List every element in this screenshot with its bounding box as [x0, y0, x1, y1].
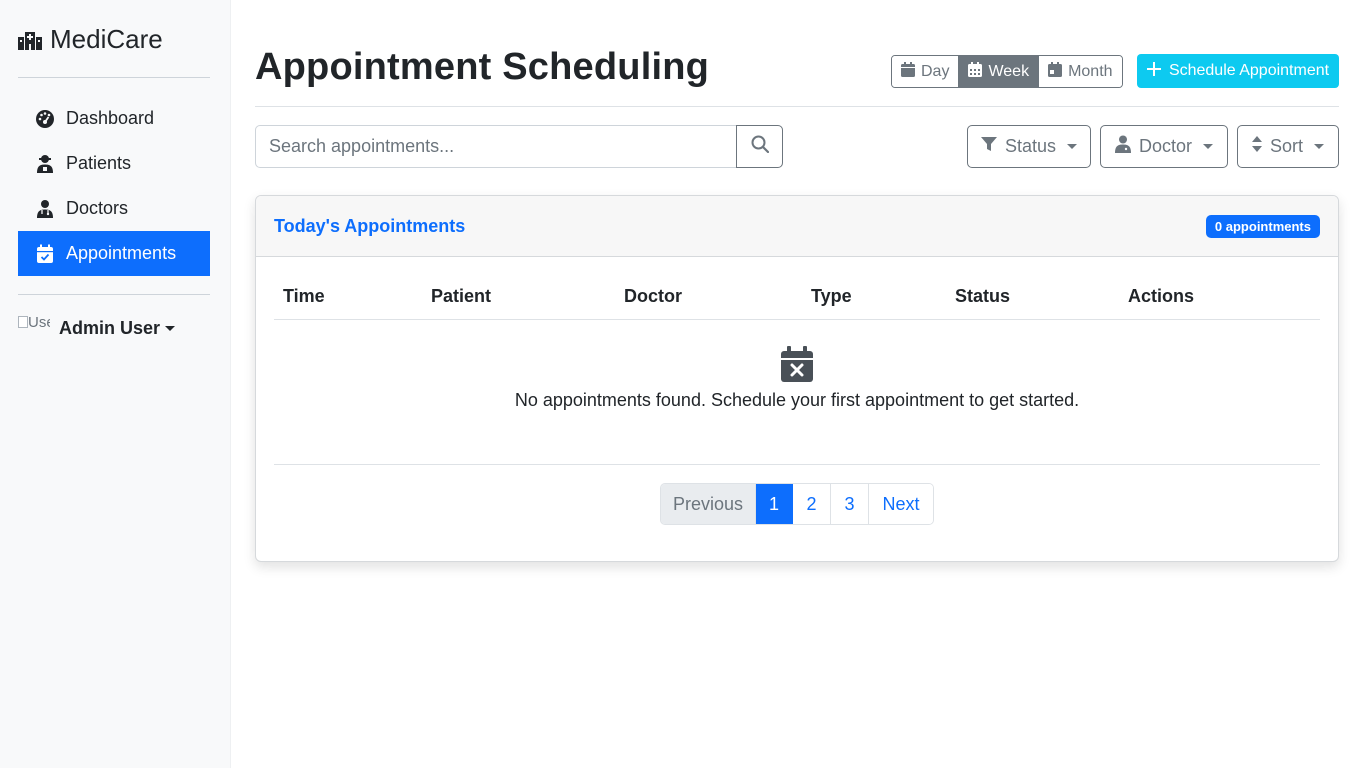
column-header-type[interactable]: Type — [811, 286, 852, 307]
sidebar-item-dashboard[interactable]: Dashboard — [18, 96, 210, 141]
sidebar-divider — [18, 294, 210, 295]
calendar-day-icon — [901, 61, 915, 82]
view-day-button[interactable]: Day — [892, 56, 960, 87]
search-icon — [751, 135, 769, 158]
view-month-button[interactable]: Month — [1039, 56, 1122, 87]
calendar-check-icon — [34, 243, 56, 265]
appointments-table: Time Patient Doctor Type Status Actions — [274, 276, 1320, 320]
header-divider — [255, 106, 1339, 107]
view-week-button[interactable]: Week — [959, 56, 1040, 87]
appointment-count-badge: 0 appointments — [1205, 214, 1320, 238]
calendar-month-icon — [1048, 61, 1063, 82]
search-button[interactable] — [736, 125, 783, 168]
user-menu[interactable]: User Admin User — [18, 314, 176, 342]
page-title: Appointment Scheduling — [255, 46, 710, 88]
avatar: User — [18, 314, 50, 342]
brand[interactable]: MediCare — [18, 24, 163, 55]
appointments-card: Today's Appointments 0 appointments Time… — [255, 195, 1339, 562]
sidebar-item-label: Doctors — [66, 198, 129, 218]
column-header-time[interactable]: Time — [283, 286, 325, 307]
pagination-page-3[interactable]: 3 — [831, 484, 869, 524]
column-header-status[interactable]: Status — [955, 286, 1010, 307]
doctor-filter-dropdown[interactable]: Doctor — [1100, 125, 1228, 168]
chevron-down-icon — [1067, 144, 1078, 149]
status-filter-label: Status — [1004, 136, 1057, 156]
schedule-appointment-button[interactable]: Schedule Appointment — [1137, 54, 1339, 88]
sidebar-nav: Dashboard Patients Doctors Appointments — [18, 96, 210, 276]
card-title: Today's Appointments — [274, 215, 466, 236]
column-header-patient[interactable]: Patient — [431, 286, 491, 307]
doctor-icon — [1114, 135, 1131, 158]
brand-name: MediCare — [50, 24, 163, 54]
chevron-down-icon — [165, 325, 176, 331]
chevron-down-icon — [1203, 144, 1213, 149]
patient-icon — [34, 153, 56, 175]
plus-icon — [1146, 61, 1161, 81]
sidebar-item-label: Dashboard — [66, 108, 155, 128]
sidebar-item-patients[interactable]: Patients — [18, 141, 210, 186]
hospital-icon — [18, 30, 42, 50]
calendar-week-icon — [968, 61, 983, 82]
doctor-filter-label: Doctor — [1138, 136, 1192, 156]
chevron-down-icon — [1314, 144, 1324, 149]
dashboard-gauge-icon — [34, 108, 56, 130]
doctor-icon — [34, 198, 56, 220]
sort-icon — [1251, 136, 1262, 157]
filter-icon — [980, 136, 997, 157]
user-name: Admin User — [59, 317, 161, 338]
pagination-next[interactable]: Next — [869, 484, 933, 524]
empty-state: No appointments found. Schedule your fir… — [274, 346, 1320, 411]
status-filter-dropdown[interactable]: Status — [967, 125, 1091, 168]
search-input[interactable] — [255, 125, 737, 168]
view-day-label: Day — [921, 62, 950, 80]
pagination-page-2[interactable]: 2 — [793, 484, 831, 524]
view-month-label: Month — [1068, 62, 1113, 80]
pagination-page-1[interactable]: 1 — [756, 484, 793, 524]
empty-state-message: No appointments found. Schedule your fir… — [514, 390, 1080, 410]
pagination: Previous 1 2 3 Next — [660, 483, 934, 525]
schedule-appointment-label: Schedule Appointment — [1168, 62, 1330, 79]
sidebar-item-doctors[interactable]: Doctors — [18, 186, 210, 231]
sidebar: MediCare Dashboard Patients Doctors Appo… — [0, 0, 231, 768]
avatar-alt-text: User — [28, 314, 50, 331]
view-toggle: Day Week Month — [891, 55, 1123, 88]
sidebar-divider — [18, 77, 210, 78]
table-divider — [274, 464, 1320, 465]
column-header-doctor[interactable]: Doctor — [624, 286, 682, 307]
calendar-x-icon — [274, 346, 1320, 382]
sidebar-item-label: Appointments — [66, 243, 177, 263]
pagination-previous[interactable]: Previous — [661, 484, 756, 524]
sidebar-item-label: Patients — [66, 153, 132, 173]
column-header-actions: Actions — [1128, 286, 1195, 306]
sort-label: Sort — [1269, 136, 1303, 156]
search-group — [255, 125, 783, 168]
table-header-row: Time Patient Doctor Type Status Actions — [274, 276, 1320, 320]
card-header: Today's Appointments 0 appointments — [256, 196, 1338, 257]
sidebar-item-appointments[interactable]: Appointments — [18, 231, 210, 276]
view-week-label: Week — [988, 62, 1030, 80]
sort-dropdown[interactable]: Sort — [1237, 125, 1339, 168]
